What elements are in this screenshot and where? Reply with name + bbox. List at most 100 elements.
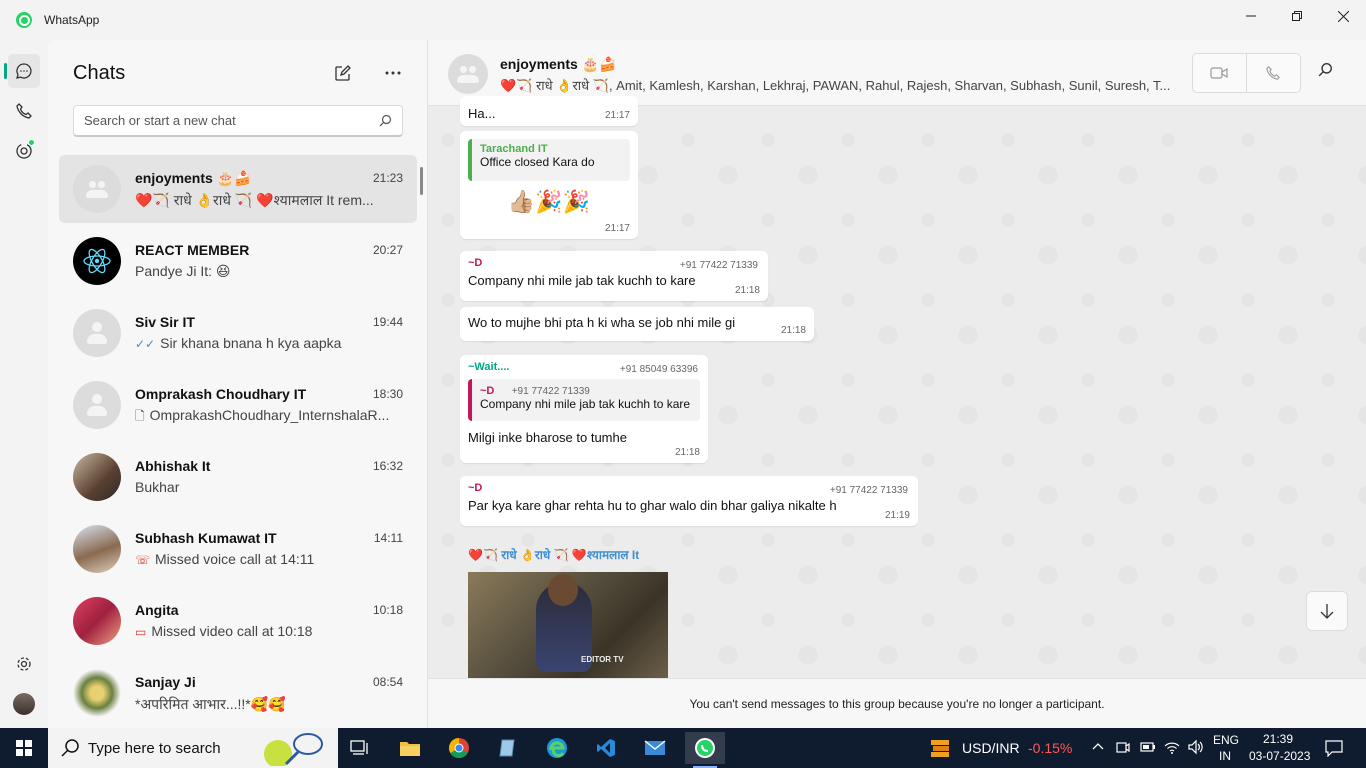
mail-button[interactable] <box>635 732 675 764</box>
search-icon <box>1318 63 1332 77</box>
tennis-doodle-icon <box>264 733 323 766</box>
conversation-panel: enjoyments 🎂🍰 ❤️🏹 राधे 👌राधे 🏹, Amit, Ka… <box>428 40 1366 728</box>
chat-preview: *अपरिमित आभार...!!*🥰🥰 <box>135 696 286 712</box>
status-unread-dot <box>28 139 35 146</box>
status-nav-button[interactable] <box>8 134 40 168</box>
chat-name: enjoyments 🎂🍰 <box>135 170 252 186</box>
react-avatar <box>73 237 121 285</box>
start-button[interactable] <box>4 732 44 764</box>
message-bubble[interactable]: Tarachand IT Office closed Kara do 👍🏼🎉🎉 … <box>460 131 638 239</box>
quoted-message[interactable]: Tarachand IT Office closed Kara do <box>468 139 630 181</box>
message-time: 21:19 <box>884 510 910 521</box>
battery-icon[interactable] <box>1140 741 1156 753</box>
maximize-button[interactable] <box>1274 0 1320 32</box>
react-logo-icon <box>83 248 111 274</box>
taskbar-search-placeholder: Type here to search <box>88 739 221 757</box>
message-bubble[interactable]: ~D +91 77422 71339 Company nhi mile jab … <box>460 251 768 301</box>
wifi-icon[interactable] <box>1164 739 1180 755</box>
chrome-icon <box>449 738 469 758</box>
settings-button[interactable] <box>8 647 40 681</box>
close-button[interactable] <box>1320 0 1366 32</box>
chat-list-scrollbar[interactable] <box>420 167 423 195</box>
task-view-button[interactable] <box>340 732 380 764</box>
clock-time[interactable]: 21:39 <box>1263 732 1293 746</box>
call-buttons <box>1192 53 1301 93</box>
chats-nav-button[interactable] <box>4 54 40 88</box>
scroll-to-bottom-button[interactable] <box>1306 591 1348 631</box>
calls-nav-button[interactable] <box>8 94 40 128</box>
file-explorer-button[interactable] <box>390 732 430 764</box>
conversation-search-button[interactable] <box>1318 62 1333 80</box>
currency-pair[interactable]: USD/INR <box>962 740 1020 756</box>
window-title: WhatsApp <box>44 13 100 27</box>
close-icon <box>1337 10 1349 22</box>
edge-button[interactable] <box>537 732 577 764</box>
whatsapp-icon <box>695 738 715 758</box>
chat-item-subhash[interactable]: Subhash Kumawat IT 14:11 ☏ Missed voice c… <box>59 515 417 583</box>
emblem-avatar <box>73 669 121 717</box>
region-indicator: IN <box>1219 749 1231 763</box>
chrome-button[interactable] <box>439 732 479 764</box>
voice-call-button[interactable] <box>1247 54 1301 92</box>
chat-preview: ▭ Missed video call at 10:18 <box>135 623 313 639</box>
message-text: Milgi inke bharose to tumhe <box>468 430 627 445</box>
chat-time: 14:11 <box>373 531 403 545</box>
language-indicator[interactable]: ENG <box>1213 733 1239 747</box>
chat-preview: ❤️🏹 राधे 👌राधे 🏹 ❤️श्यामलाल It rem... <box>135 192 374 208</box>
sender-phone: +91 85049 63396 <box>619 364 698 375</box>
chat-time: 21:23 <box>372 171 403 185</box>
vscode-button[interactable] <box>586 732 626 764</box>
notepad-button[interactable] <box>488 732 528 764</box>
profile-button[interactable] <box>8 687 40 721</box>
whatsapp-taskbar-button[interactable] <box>685 732 725 768</box>
chat-item-angita[interactable]: Angita 10:18 ▭ Missed video call at 10:18 <box>59 587 417 655</box>
quoted-message[interactable]: ~D +91 77422 71339 Company nhi mile jab … <box>468 379 700 421</box>
minimize-button[interactable] <box>1228 0 1274 32</box>
message-text: Par kya kare ghar rehta hu to ghar walo … <box>468 498 837 513</box>
message-bubble[interactable]: Wo to mujhe bhi pta h ki wha se job nhi … <box>460 307 814 341</box>
edge-icon <box>547 738 567 758</box>
chat-item-react-member[interactable]: REACT MEMBER 20:27 Pandye Ji It: 😆 <box>59 227 417 295</box>
chat-time: 10:18 <box>372 603 403 617</box>
search-icon <box>379 114 392 127</box>
chat-item-enjoyments[interactable]: enjoyments 🎂🍰 21:23 ❤️🏹 राधे 👌राधे 🏹 ❤️श… <box>59 155 417 223</box>
chat-item-abhishak[interactable]: Abhishak It 16:32 Bukhar <box>59 443 417 511</box>
chat-preview: Bukhar <box>135 479 180 495</box>
message-sender[interactable]: ❤️🏹 राधे 👌राधे 🏹 ❤️श्यामलाल It <box>468 546 639 563</box>
message-time: 21:17 <box>604 110 630 121</box>
arrow-down-icon <box>1320 604 1334 619</box>
currency-change: -0.15% <box>1028 740 1073 756</box>
group-avatar <box>448 54 488 94</box>
new-chat-button[interactable] <box>329 62 355 84</box>
chevron-up-icon[interactable] <box>1092 742 1104 750</box>
search-input[interactable] <box>84 113 364 128</box>
message-bubble[interactable]: Ha... 21:17 <box>460 96 638 126</box>
phone-icon <box>16 103 32 119</box>
video-call-button[interactable] <box>1193 54 1247 92</box>
folder-icon <box>400 742 420 756</box>
meet-now-icon[interactable] <box>1116 740 1130 754</box>
notepad-icon <box>499 739 515 757</box>
chat-item-siv-sir[interactable]: Siv Sir IT 19:44 ✓✓ Sir khana bnana h kya… <box>59 299 417 367</box>
chat-name: Angita <box>135 602 179 618</box>
volume-icon[interactable] <box>1188 739 1204 755</box>
restore-icon <box>1292 11 1302 21</box>
more-options-button[interactable] <box>380 62 406 84</box>
notification-icon[interactable] <box>1325 739 1343 757</box>
quoted-text: Company nhi mile jab tak kuchh to kare <box>480 397 691 411</box>
default-avatar <box>73 309 121 357</box>
chat-item-omprakash[interactable]: Omprakash Choudhary IT 18:30 🗋 OmprakashC… <box>59 371 417 439</box>
nav-rail <box>0 40 48 728</box>
missed-video-call-icon: ▭ <box>135 625 147 639</box>
quoted-sender: Tarachand IT <box>480 143 548 155</box>
chat-time: 16:32 <box>372 459 403 473</box>
photo-avatar <box>73 597 121 645</box>
video-message[interactable]: EDITOR TV <box>468 572 668 678</box>
message-bubble[interactable]: ~D +91 77422 71339 Par kya kare ghar reh… <box>460 476 918 526</box>
chat-item-sanjay[interactable]: Sanjay Ji 08:54 *अपरिमित आभार...!!*🥰🥰 <box>59 659 417 727</box>
message-bubble[interactable]: ~Wait.... +91 85049 63396 ~D +91 77422 7… <box>460 355 708 463</box>
person-icon <box>73 381 121 429</box>
photo-avatar <box>73 525 121 573</box>
chat-name: REACT MEMBER <box>135 242 250 258</box>
taskbar-search[interactable]: Type here to search <box>48 728 338 768</box>
